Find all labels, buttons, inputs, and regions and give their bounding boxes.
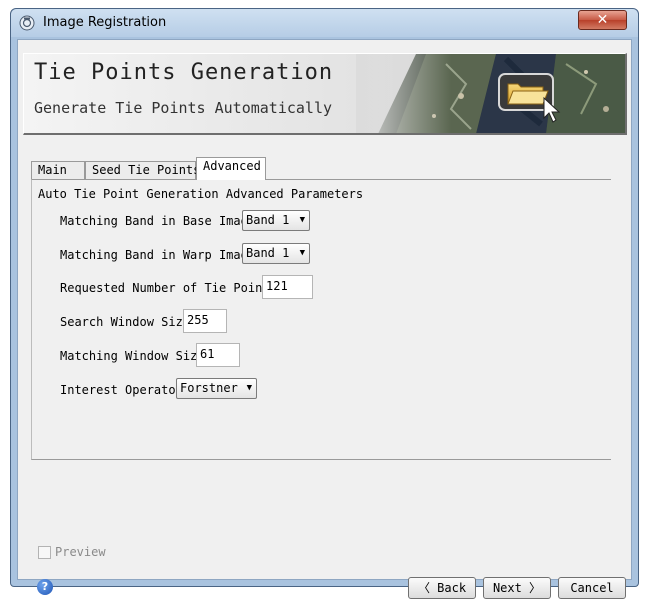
banner-subtitle: Generate Tie Points Automatically [34,99,333,117]
satellite-image-icon [356,54,625,133]
warp-band-value: Band 1 [246,246,290,260]
warp-band-dropdown[interactable]: Band 1 ▼ [242,243,310,264]
chevron-down-icon: ▼ [299,215,305,225]
app-icon [19,15,35,31]
image-registration-window: Image Registration ✕ Tie Points Generati… [10,8,639,599]
matching-window-input[interactable]: 61 [196,343,240,367]
advanced-panel: Auto Tie Point Generation Advanced Param… [31,179,611,460]
num-tie-points-label: Requested Number of Tie Points [60,281,277,295]
interest-operator-dropdown[interactable]: Forstner ▼ [176,378,257,399]
preview-label: Preview [55,545,106,559]
chevron-down-icon: ▼ [299,248,305,258]
interest-operator-label: Interest Operator [60,383,183,397]
tab-main[interactable]: Main [31,161,85,179]
search-window-input[interactable]: 255 [183,309,227,333]
window-title: Image Registration [43,15,167,30]
back-button[interactable]: 〈 Back [408,577,476,599]
banner-title: Tie Points Generation [34,60,334,85]
close-button[interactable]: ✕ [578,10,627,30]
matching-window-label: Matching Window Size [60,349,205,363]
tab-seed-tie-points[interactable]: Seed Tie Points [85,161,200,179]
interest-operator-value: Forstner [180,381,238,395]
question-mark-icon[interactable]: ? [37,579,53,595]
warp-band-label: Matching Band in Warp Image [60,248,256,262]
base-band-dropdown[interactable]: Band 1 ▼ [242,210,310,231]
header-banner: Tie Points Generation Generate Tie Point… [23,53,627,135]
chevron-down-icon: ▼ [246,383,252,393]
base-band-value: Band 1 [246,213,290,227]
num-tie-points-input[interactable]: 121 [262,275,313,299]
cancel-button[interactable]: Cancel [558,577,626,599]
tab-advanced[interactable]: Advanced [196,157,266,180]
dialog-body: Tie Points Generation Generate Tie Point… [17,39,632,599]
section-title: Auto Tie Point Generation Advanced Param… [38,187,364,201]
preview-checkbox[interactable] [38,546,51,559]
next-button[interactable]: Next 〉 [483,577,551,599]
base-band-label: Matching Band in Base Image [60,214,256,228]
search-window-label: Search Window Size [60,315,191,329]
title-bar[interactable]: Image Registration ✕ [11,9,638,37]
